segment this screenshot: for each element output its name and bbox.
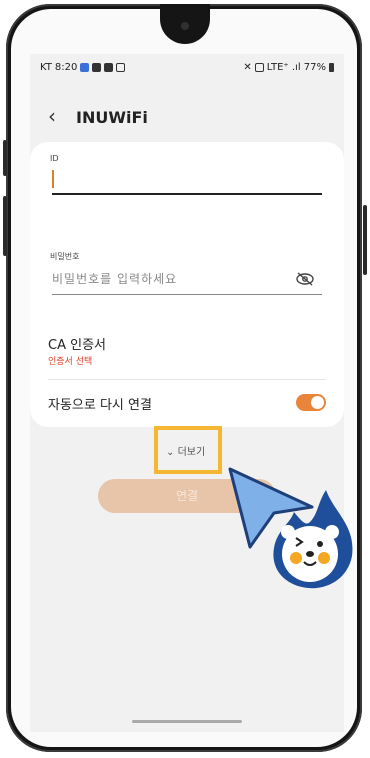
more-button[interactable]: ⌄ 더보기 — [166, 443, 205, 458]
volte-icon — [254, 63, 264, 72]
eye-off-icon[interactable] — [296, 272, 314, 286]
id-label: ID — [50, 154, 59, 163]
carrier: KT — [40, 62, 52, 73]
signal-status: LTE⁺ .ıl 77% — [266, 62, 326, 73]
page-title: INUWiFi — [76, 108, 148, 127]
auto-reconnect-toggle[interactable] — [296, 394, 326, 411]
chevron-left-icon[interactable]: ‹ — [48, 106, 56, 126]
mascot-icon — [273, 490, 353, 589]
side-key — [363, 205, 367, 275]
home-indicator — [132, 720, 242, 723]
status-bar: KT 8:20 ✕ LTE⁺ .ıl 77% — [30, 54, 344, 84]
id-input[interactable] — [52, 193, 322, 195]
id-input-cursor — [52, 170, 54, 188]
auto-reconnect-label: 자동으로 다시 연결 — [48, 398, 152, 413]
mute-icon: ✕ — [243, 62, 252, 73]
password-label: 비밀번호 — [50, 252, 80, 261]
app-notification-icon — [80, 63, 90, 72]
password-underline — [52, 294, 322, 295]
header: ‹ INUWiFi — [30, 104, 344, 134]
chevron-down-icon: ⌄ — [166, 447, 175, 458]
volume-button — [3, 140, 7, 176]
screen: KT 8:20 ✕ LTE⁺ .ıl 77% ‹ INUWiFi ID 비밀번호… — [30, 54, 344, 732]
ca-cert-title[interactable]: CA 인증서 — [48, 334, 106, 353]
power-button — [3, 196, 7, 256]
ca-cert-select[interactable]: 인증서 선택 — [48, 354, 92, 367]
divider — [48, 379, 326, 380]
toggle-knob — [311, 396, 324, 409]
camera-icon — [181, 22, 189, 30]
clock: 8:20 — [54, 62, 78, 73]
battery-icon — [329, 63, 334, 72]
list-notification-icon — [92, 63, 102, 72]
password-input[interactable]: 비밀번호를 입력하세요 — [52, 270, 177, 287]
kt-notification-icon — [116, 63, 126, 72]
image-notification-icon — [104, 63, 114, 72]
